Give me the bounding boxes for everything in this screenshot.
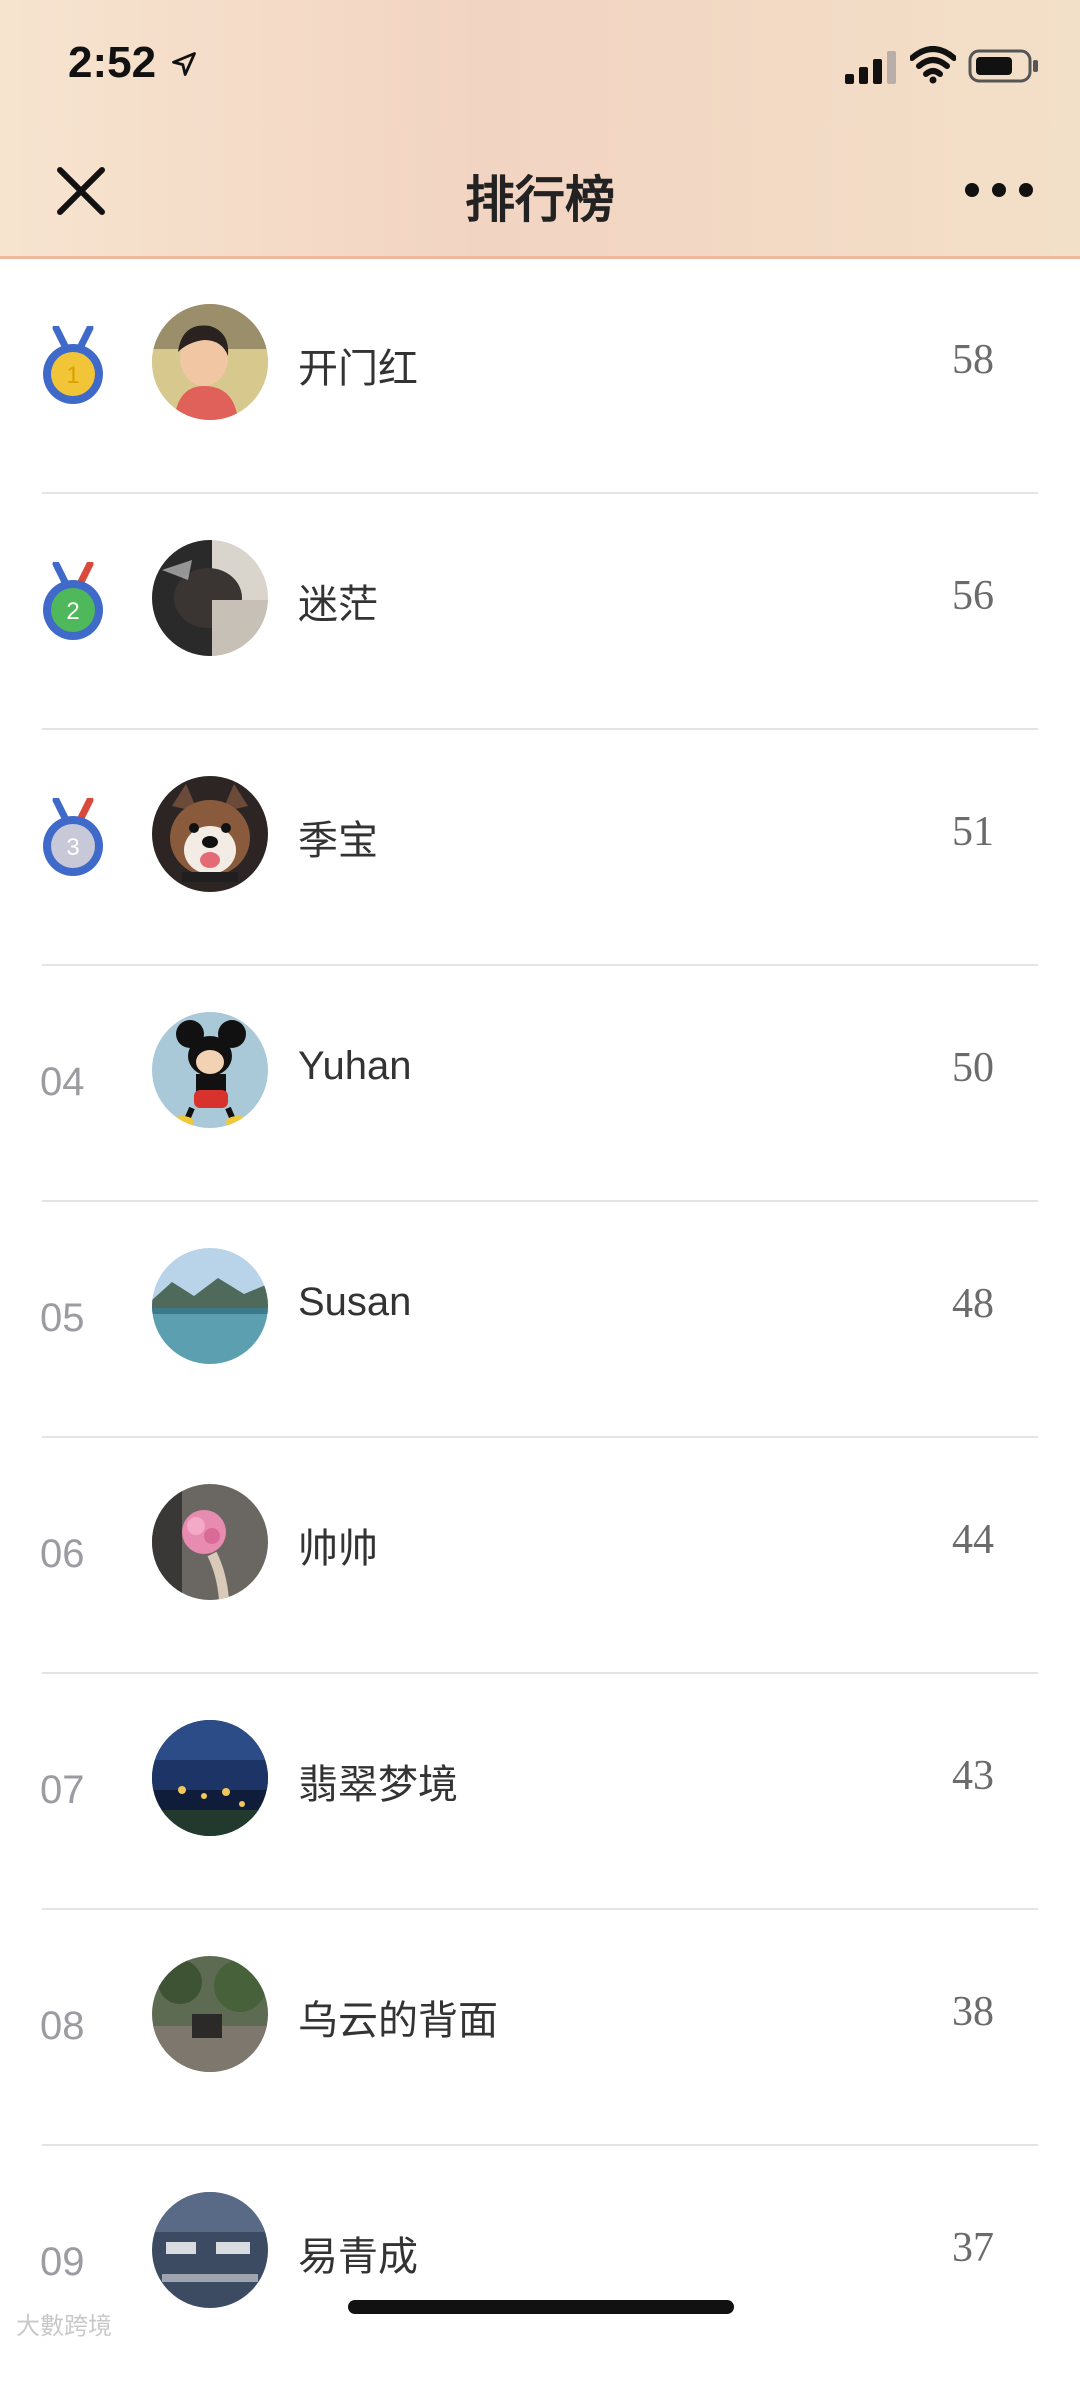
medal-rank: 3 (66, 834, 79, 861)
user-score: 44 (952, 1517, 994, 1563)
leaderboard-row[interactable]: 06 帅帅 44 (0, 1438, 1080, 1674)
user-name: 易青成 (298, 2235, 418, 2279)
avatar (152, 776, 268, 892)
leaderboard-row[interactable]: 1 开门红 58 (0, 258, 1080, 494)
leaderboard-row[interactable]: 05 Susan 48 (0, 1202, 1080, 1438)
location-arrow-icon (172, 52, 196, 76)
avatar (152, 540, 268, 656)
leaderboard-row[interactable]: 07 翡翠梦境 43 (0, 1674, 1080, 1910)
avatar (152, 1248, 268, 1364)
user-score: 50 (952, 1045, 994, 1091)
more-options-button[interactable] (962, 172, 1036, 208)
avatar (152, 1484, 268, 1600)
leaderboard-row[interactable]: 08 乌云的背面 38 (0, 1910, 1080, 2146)
user-name: 帅帅 (298, 1527, 378, 1571)
cellular-signal-icon (845, 51, 896, 84)
avatar (152, 1720, 268, 1836)
user-name: 季宝 (298, 819, 378, 863)
user-score: 37 (952, 2225, 994, 2271)
user-name: 迷茫 (298, 583, 378, 627)
status-bar: 2:52 (0, 0, 1080, 130)
rank-number: 07 (40, 1768, 85, 1812)
medal-rank: 2 (66, 598, 79, 625)
user-score: 51 (952, 809, 994, 855)
green-medal-icon: 2 (43, 562, 103, 640)
avatar (152, 2192, 268, 2308)
rank-number: 08 (40, 2004, 85, 2048)
home-indicator (348, 2300, 734, 2314)
medal-rank: 1 (66, 362, 79, 389)
gold-medal-icon: 1 (43, 326, 103, 404)
user-score: 56 (952, 573, 994, 619)
avatar (152, 304, 268, 420)
user-name: 开门红 (298, 347, 418, 391)
avatar (152, 1012, 268, 1128)
user-name: 乌云的背面 (298, 1999, 498, 2043)
leaderboard-row[interactable]: 3 季宝 51 (0, 730, 1080, 966)
leaderboard-row[interactable]: 09 易青成 37 (0, 2146, 1080, 2382)
page-title: 排行榜 (465, 172, 615, 228)
user-name: 翡翠梦境 (298, 1763, 458, 1807)
rank-number: 06 (40, 1532, 85, 1576)
wifi-icon (910, 46, 956, 84)
leaderboard-list: 1 开门红 58 2 迷茫 56 3 季宝 51 04 Yuhan 50 05 … (0, 258, 1080, 2382)
avatar (152, 1956, 268, 2072)
user-score: 48 (952, 1281, 994, 1327)
rank-number: 05 (40, 1296, 85, 1340)
header: 2:52 排行榜 (0, 0, 1080, 259)
user-score: 38 (952, 1989, 994, 2035)
user-name: Yuhan (298, 1044, 412, 1088)
status-time: 2:52 (68, 38, 157, 87)
battery-icon (968, 49, 1038, 83)
user-score: 43 (952, 1753, 994, 1799)
leaderboard-row[interactable]: 2 迷茫 56 (0, 494, 1080, 730)
leaderboard-row[interactable]: 04 Yuhan 50 (0, 966, 1080, 1202)
user-name: Susan (298, 1280, 412, 1324)
rank-number: 09 (40, 2240, 85, 2284)
user-score: 58 (952, 337, 994, 383)
nav-bar: 排行榜 (0, 130, 1080, 256)
silver-medal-icon: 3 (43, 798, 103, 876)
watermark: 大數跨境 (16, 2313, 112, 2340)
rank-number: 04 (40, 1060, 85, 1104)
